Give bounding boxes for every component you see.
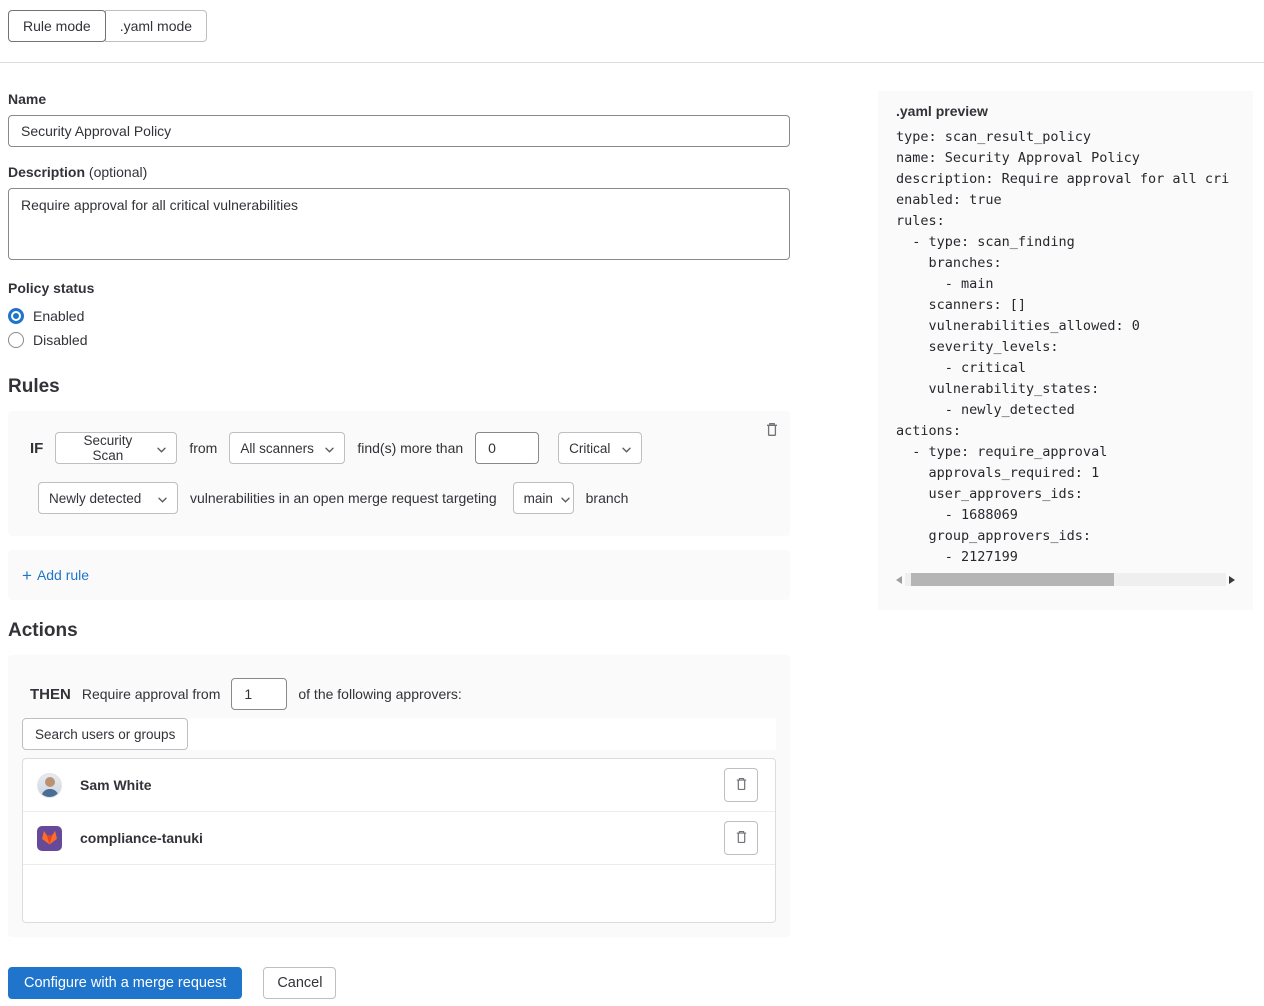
policy-status-label: Policy status — [8, 280, 790, 296]
add-rule-button[interactable]: Add rule — [22, 567, 89, 584]
yaml-preview-title: .yaml preview — [896, 103, 1235, 119]
trash-icon — [734, 776, 749, 795]
approver-search-row: Search users or groups — [22, 718, 776, 750]
then-keyword: THEN — [30, 686, 71, 703]
status-option-enabled[interactable]: Enabled — [8, 304, 790, 328]
top-divider — [0, 62, 1264, 63]
description-textarea[interactable]: Require approval for all critical vulner… — [8, 188, 790, 260]
approvals-required-input[interactable] — [231, 678, 287, 710]
name-input[interactable] — [8, 115, 790, 147]
user-avatar — [37, 773, 62, 798]
description-label-text: Description — [8, 164, 85, 180]
approver-row-compliance-tanuki: compliance-tanuki — [23, 812, 775, 865]
yaml-code: type: scan_result_policy name: Security … — [896, 127, 1235, 568]
scrollbar-thumb[interactable] — [911, 573, 1113, 586]
scanners-dropdown[interactable]: All scanners — [229, 432, 345, 464]
scroll-right-arrow-icon[interactable] — [1229, 576, 1235, 584]
targeting-label: vulnerabilities in an open merge request… — [190, 490, 497, 506]
radio-enabled[interactable] — [8, 308, 24, 324]
trash-icon — [734, 829, 749, 848]
add-rule-label: Add rule — [37, 567, 89, 583]
branch-value: main — [524, 491, 553, 506]
from-label: from — [189, 440, 217, 456]
of-approvers-label: of the following approvers: — [298, 686, 461, 702]
scanners-value: All scanners — [240, 441, 314, 456]
branch-dropdown[interactable]: main — [513, 482, 574, 514]
form-footer: Configure with a merge request Cancel — [8, 967, 790, 999]
scan-type-dropdown[interactable]: Security Scan — [55, 432, 177, 464]
if-keyword: IF — [30, 440, 43, 457]
remove-approver-button[interactable] — [724, 768, 758, 802]
group-avatar — [37, 826, 62, 851]
horizontal-scrollbar[interactable] — [896, 573, 1235, 586]
vulnerability-state-value: Newly detected — [49, 491, 141, 506]
mode-toggle: Rule mode .yaml mode — [8, 10, 207, 42]
rules-heading: Rules — [8, 376, 790, 398]
status-option-disabled[interactable]: Disabled — [8, 328, 790, 352]
rule-mode-button[interactable]: Rule mode — [8, 10, 106, 42]
finds-more-than-label: find(s) more than — [357, 440, 463, 456]
radio-disabled-label: Disabled — [33, 332, 87, 348]
approver-row-sam-white: Sam White — [23, 759, 775, 812]
main-columns: Name Description (optional) Require appr… — [0, 91, 1264, 999]
branch-label: branch — [586, 490, 629, 506]
approver-name: Sam White — [80, 777, 152, 793]
yaml-preview-panel: .yaml preview type: scan_result_policy n… — [878, 91, 1253, 610]
name-label: Name — [8, 91, 790, 107]
vulnerabilities-allowed-input[interactable] — [475, 432, 539, 464]
remove-approver-button[interactable] — [724, 821, 758, 855]
radio-disabled[interactable] — [8, 332, 24, 348]
trash-icon — [764, 426, 780, 441]
severity-dropdown[interactable]: Critical — [558, 432, 642, 464]
configure-mr-button[interactable]: Configure with a merge request — [8, 967, 242, 999]
action-row: THEN Require approval from of the follow… — [30, 678, 776, 710]
radio-enabled-label: Enabled — [33, 308, 84, 324]
optional-hint: (optional) — [89, 164, 147, 180]
cancel-button[interactable]: Cancel — [263, 967, 336, 999]
rule-card: IF Security Scan from All scanners find(… — [8, 411, 790, 536]
chevron-down-icon — [157, 441, 166, 456]
plus-icon — [22, 567, 32, 584]
actions-heading: Actions — [8, 620, 790, 642]
scan-type-value: Security Scan — [66, 433, 149, 463]
severity-value: Critical — [569, 441, 610, 456]
policy-editor-page: Rule mode .yaml mode Name Description (o… — [0, 0, 1264, 999]
action-card: THEN Require approval from of the follow… — [8, 655, 790, 937]
approvers-list: Sam White compliance — [22, 758, 776, 923]
rule-condition-row-1: IF Security Scan from All scanners find(… — [30, 432, 776, 464]
approver-search-input[interactable]: Search users or groups — [22, 718, 188, 750]
delete-rule-button[interactable] — [762, 419, 782, 443]
chevron-down-icon — [561, 491, 570, 506]
vulnerability-state-dropdown[interactable]: Newly detected — [38, 482, 178, 514]
rule-condition-row-2: Newly detected vulnerabilities in an ope… — [38, 482, 776, 514]
chevron-down-icon — [325, 441, 334, 456]
yaml-mode-button[interactable]: .yaml mode — [105, 10, 207, 42]
scrollbar-track[interactable] — [905, 573, 1226, 586]
require-approval-label: Require approval from — [82, 686, 221, 702]
approver-name: compliance-tanuki — [80, 830, 203, 846]
policy-form: Name Description (optional) Require appr… — [8, 91, 790, 999]
scroll-left-arrow-icon[interactable] — [896, 576, 902, 584]
add-rule-section: Add rule — [8, 550, 790, 600]
tanuki-icon — [41, 829, 58, 848]
chevron-down-icon — [622, 441, 631, 456]
description-label: Description (optional) — [8, 164, 790, 180]
chevron-down-icon — [158, 491, 167, 506]
